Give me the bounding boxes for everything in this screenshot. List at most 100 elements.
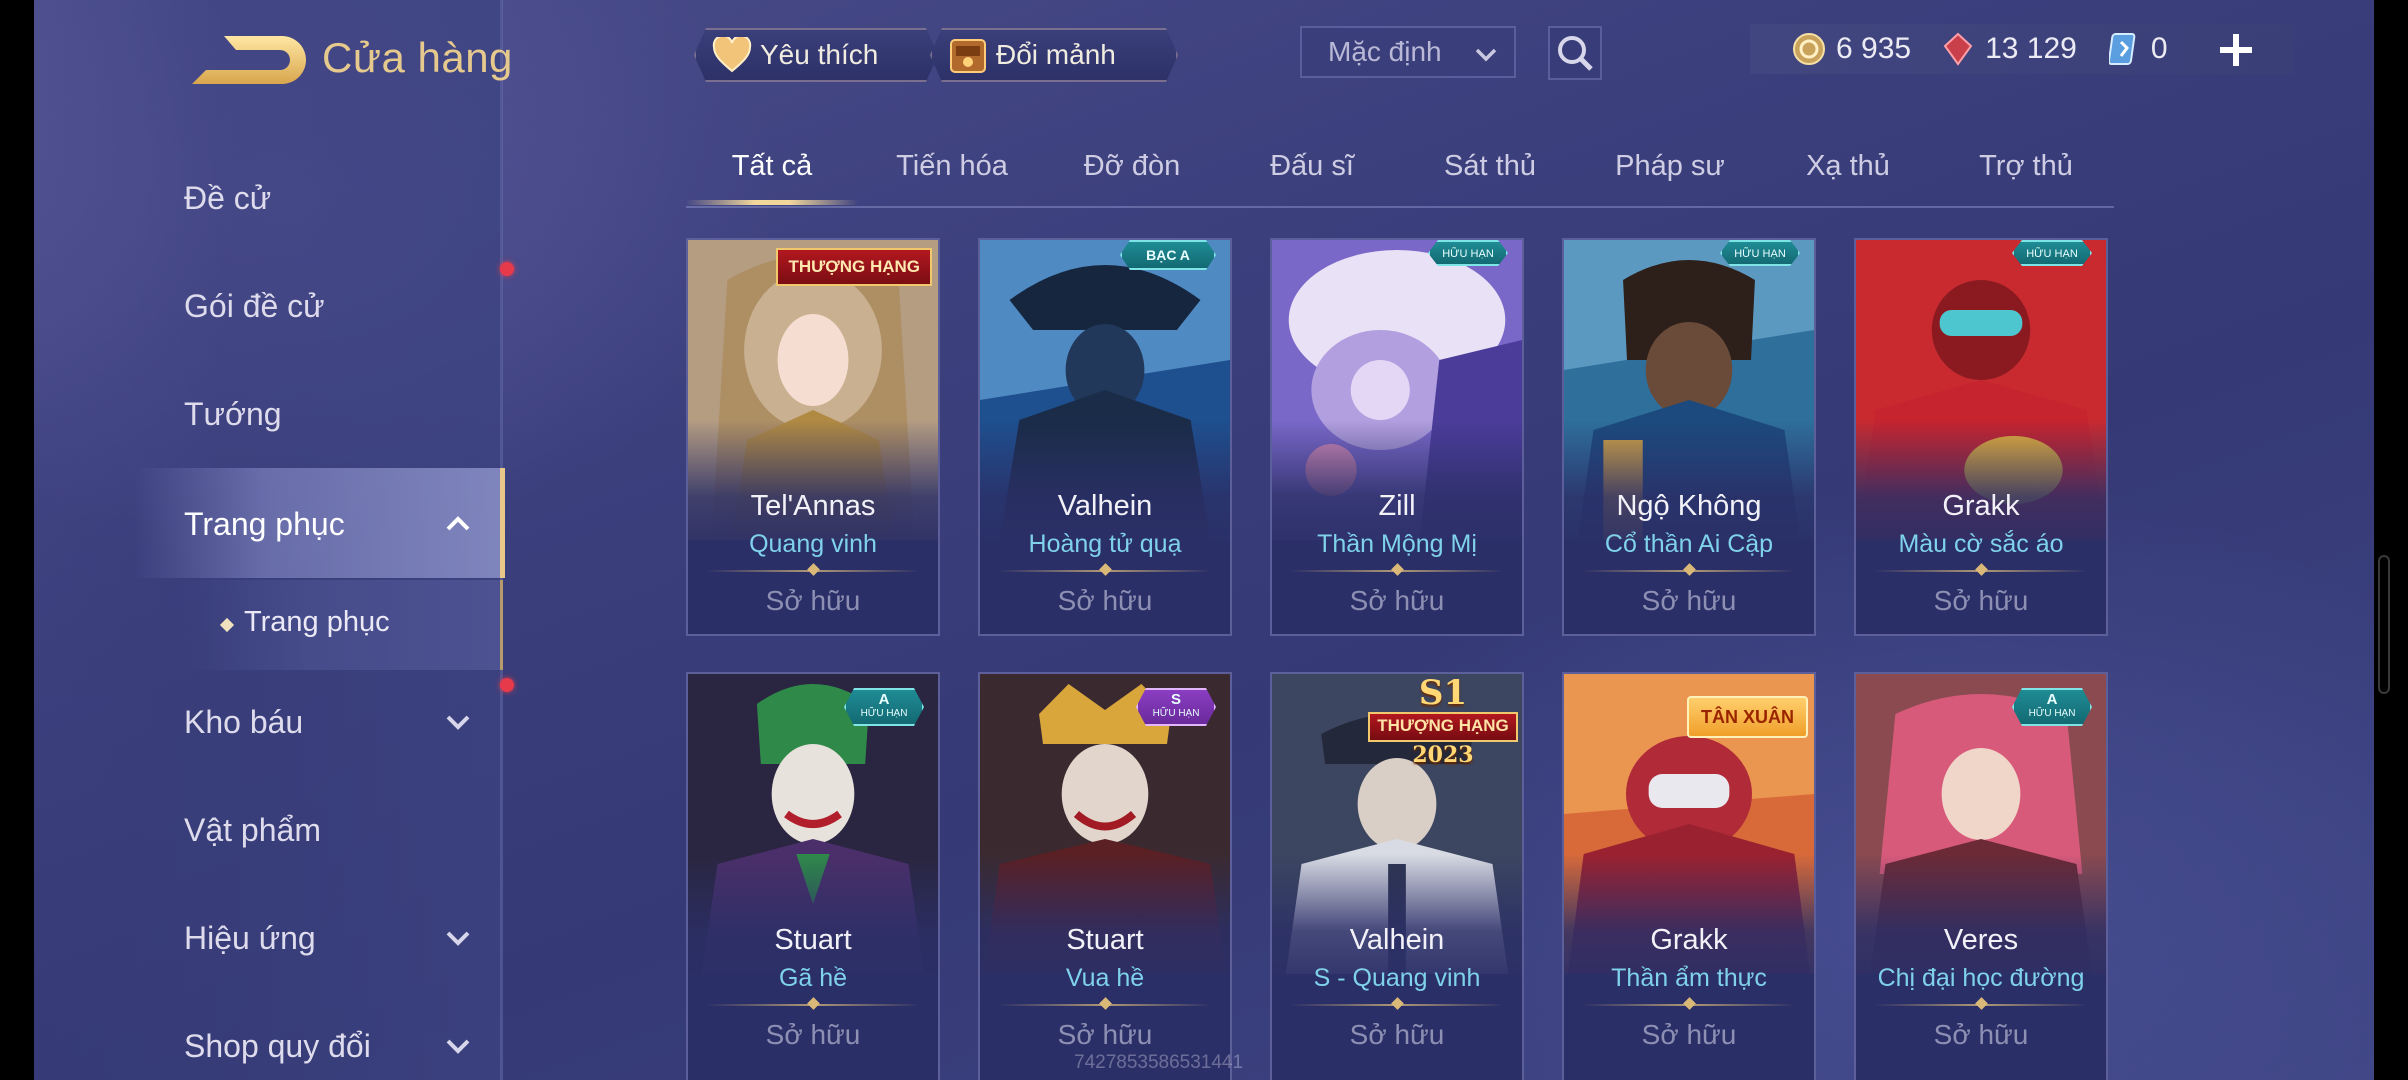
tier-badge: BẠC A: [1120, 240, 1216, 270]
back-arrow-icon: [192, 36, 306, 84]
gem-balance: 13 129: [1941, 32, 2077, 66]
skin-card[interactable]: TÂN XUÂN Grakk Thần ẩm thực Sở hữu: [1562, 672, 1816, 1080]
owned-status: Sở hữu: [1641, 585, 1737, 616]
plus-icon: [2220, 34, 2252, 66]
sidebar-item-label: Shop quy đổi: [184, 1027, 371, 1064]
hero-name: Stuart: [1066, 924, 1144, 956]
crystal-value: 0: [2150, 32, 2168, 65]
divider-diamond: [1683, 563, 1696, 576]
divider-diamond: [807, 997, 820, 1010]
divider-diamond: [807, 563, 820, 576]
add-currency-button[interactable]: [2214, 28, 2258, 72]
divider-diamond: [1391, 563, 1404, 576]
divider-diamond: [1975, 997, 1988, 1010]
notification-dot: [500, 262, 514, 276]
sidebar-item-recommended[interactable]: Đề cử: [184, 150, 502, 246]
tab-marksman[interactable]: Xạ thủ: [1762, 150, 1934, 183]
sidebar-item-heroes[interactable]: Tướng: [184, 366, 502, 462]
skin-name: Vua hề: [1065, 964, 1145, 992]
tab-evolution[interactable]: Tiến hóa: [866, 150, 1038, 183]
scroll-indicator: [2378, 555, 2390, 694]
chevron-down-icon: [446, 715, 470, 730]
tier-badge-text: HỮU HẠN: [1734, 248, 1786, 260]
skin-name: S - Quang vinh: [1313, 964, 1481, 992]
tier-badge-text: BẠC A: [1146, 247, 1190, 263]
gold-balance: 6 935: [1792, 32, 1911, 66]
sidebar-item-items[interactable]: Vật phẩm: [184, 782, 502, 878]
crystal-balance: 0: [2107, 32, 2168, 66]
owned-status: Sở hữu: [1641, 1019, 1737, 1050]
tier-badge: HỮU HẠN: [2012, 240, 2092, 266]
shard-exchange-button[interactable]: Đổi mảnh: [930, 28, 1178, 82]
rank-label: THƯỢNG HẠNG: [1368, 712, 1518, 742]
skin-card[interactable]: S1 THƯỢNG HẠNG 2023 Valhein S - Quang vi…: [1270, 672, 1524, 1080]
chevron-down-icon: [446, 931, 470, 946]
tier-badge: A HỮU HẠN: [844, 688, 924, 726]
watermark-id: 7427853586531441: [1074, 1052, 1244, 1073]
shard-chest-icon: [946, 34, 990, 76]
tab-fighter[interactable]: Đấu sĩ: [1226, 150, 1398, 183]
skin-card[interactable]: THƯỢNG HẠNG Tel'Annas Quang vinh Sở hữu: [686, 238, 940, 636]
back-button[interactable]: [184, 30, 314, 90]
hero-name: Tel'Annas: [750, 490, 876, 522]
sidebar-item-treasure[interactable]: Kho báu: [184, 674, 502, 770]
skin-card[interactable]: S HỮU HẠN Stuart Vua hề Sở hữu: [978, 672, 1232, 1080]
owned-status: Sở hữu: [1057, 1019, 1153, 1050]
currency-bar: 6 935 13 129 0: [1750, 24, 2294, 74]
chevron-down-icon: [446, 1039, 470, 1054]
hero-name: Veres: [1943, 924, 2019, 956]
sidebar-item-label: Vật phẩm: [184, 811, 321, 848]
tier-badge-text: HỮU HẠN: [2026, 248, 2078, 260]
bullet-icon: [219, 617, 235, 633]
tab-support[interactable]: Trợ thủ: [1940, 150, 2112, 183]
tab-tank[interactable]: Đỡ đòn: [1046, 150, 1218, 183]
skin-card[interactable]: BẠC A Valhein Hoàng tử quạ Sở hữu: [978, 238, 1232, 636]
tab-assassin[interactable]: Sát thủ: [1404, 150, 1576, 183]
tier-badge: HỮU HẠN: [1720, 240, 1800, 266]
gold-value: 6 935: [1836, 32, 1912, 65]
sidebar-item-label: Tướng: [184, 395, 282, 432]
divider-diamond: [1099, 997, 1112, 1010]
heart-icon: [710, 34, 754, 76]
notification-dot: [500, 678, 514, 692]
divider-diamond: [1683, 997, 1696, 1010]
skin-name: Gã hề: [778, 964, 848, 992]
red-gem-icon: [1941, 32, 1975, 66]
tier-badge-text: S: [1170, 691, 1181, 708]
owned-status: Sở hữu: [765, 1019, 861, 1050]
skin-card[interactable]: HỮU HẠN Grakk Màu cờ sắc áo Sở hữu: [1854, 238, 2108, 636]
skin-name: Quang vinh: [749, 530, 877, 558]
favorites-button[interactable]: Yêu thích: [694, 28, 938, 82]
skin-name: Cổ thần Ai Cập: [1604, 530, 1774, 558]
owned-status: Sở hữu: [1349, 1019, 1445, 1050]
sidebar-subitem-label: Trang phục: [244, 606, 390, 638]
hero-name: Valhein: [1057, 490, 1153, 522]
sidebar-subitem-skins[interactable]: Trang phục: [184, 580, 503, 670]
tab-all[interactable]: Tất cả: [686, 150, 858, 183]
sidebar-item-effects[interactable]: Hiệu ứng: [184, 890, 502, 986]
skin-name: Thần Mộng Mị: [1317, 530, 1477, 558]
skin-card[interactable]: HỮU HẠN Zill Thần Mộng Mị Sở hữu: [1270, 238, 1524, 636]
hero-name: Grakk: [1942, 490, 2020, 522]
sidebar-item-skins[interactable]: Trang phục: [184, 476, 502, 572]
event-badge: TÂN XUÂN: [1687, 696, 1808, 738]
active-tab-indicator: [686, 200, 858, 205]
skin-card[interactable]: A HỮU HẠN Veres Chị đại học đường Sở hữu: [1854, 672, 2108, 1080]
shard-exchange-label: Đổi mảnh: [996, 39, 1116, 70]
tier-badge: THƯỢNG HẠNG: [776, 248, 932, 286]
hero-name: Ngộ Không: [1616, 490, 1762, 522]
skin-card[interactable]: A HỮU HẠN Stuart Gã hề Sở hữu: [686, 672, 940, 1080]
sidebar-item-recommended-packs[interactable]: Gói đề cử: [184, 258, 502, 354]
sidebar-item-exchange-shop[interactable]: Shop quy đổi: [184, 998, 502, 1080]
sort-dropdown[interactable]: Mặc định: [1300, 26, 1516, 78]
owned-status: Sở hữu: [765, 585, 861, 616]
tier-badge-subtext: HỮU HẠN: [1152, 708, 1200, 719]
search-button[interactable]: [1548, 26, 1602, 80]
owned-status: Sở hữu: [1933, 585, 2029, 616]
tab-mage[interactable]: Pháp sư: [1584, 150, 1756, 183]
skin-card[interactable]: HỮU HẠN Ngộ Không Cổ thần Ai Cập Sở hữu: [1562, 238, 1816, 636]
hero-name: Valhein: [1349, 924, 1445, 956]
sidebar-item-label: Đề cử: [184, 179, 272, 216]
skin-name: Chị đại học đường: [1877, 964, 2085, 992]
owned-status: Sở hữu: [1057, 585, 1153, 616]
